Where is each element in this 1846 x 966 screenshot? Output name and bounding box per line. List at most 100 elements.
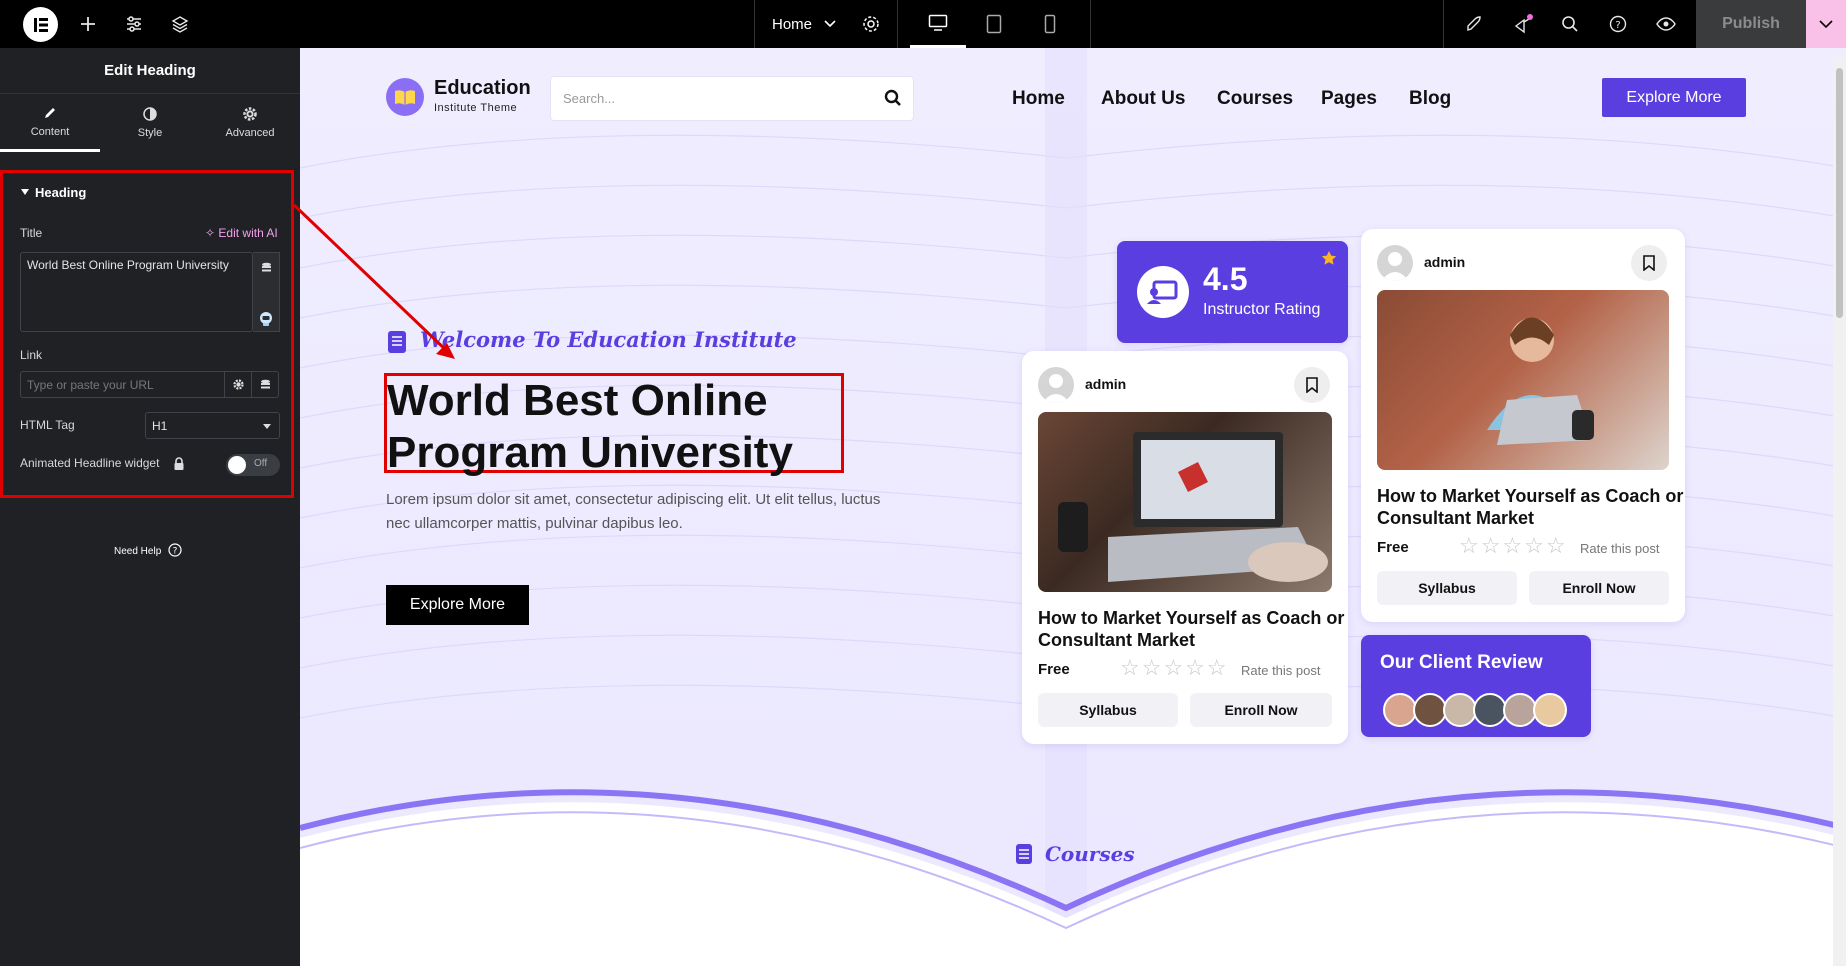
svg-text:?: ? [1615,20,1620,31]
star-rating[interactable]: ☆☆☆☆☆ [1120,655,1229,681]
course-card[interactable]: admin How to Market Yourself as Coach or… [1022,351,1348,744]
rate-this-post-label: Rate this post [1241,663,1321,678]
nav-home[interactable]: Home [1012,88,1065,110]
brand-logo-icon[interactable] [386,78,424,116]
enroll-now-button[interactable]: Enroll Now [1529,571,1669,605]
toggle-off-label: Off [254,458,268,469]
page-selector[interactable]: Home [754,0,898,48]
need-help-label: Need Help [114,546,162,557]
syllabus-button[interactable]: Syllabus [1377,571,1517,605]
notifications-icon[interactable] [1510,0,1536,48]
course-image[interactable] [1038,412,1332,592]
scrollbar-thumb[interactable] [1836,68,1843,318]
need-help-link[interactable]: Need Help ? [114,543,182,557]
dynamic-tags-icon[interactable] [261,262,272,273]
course-card[interactable]: admin How to Market Yourself as Coach or… [1361,229,1685,622]
site-search[interactable]: Search... [551,77,913,120]
syllabus-button[interactable]: Syllabus [1038,693,1178,727]
instructor-icon [1137,266,1189,318]
tab-style-label: Style [137,127,163,139]
avatar [1533,693,1567,727]
rocket-icon[interactable] [1462,0,1486,48]
card-title-line2: Consultant Market [1038,630,1196,650]
nav-courses[interactable]: Courses [1217,88,1293,110]
edit-with-ai-label: Edit with AI [218,226,278,240]
preview-eye-icon[interactable] [1654,0,1678,48]
enroll-now-button[interactable]: Enroll Now [1190,693,1332,727]
search-input[interactable]: Search... [563,91,615,106]
star-rating[interactable]: ☆☆☆☆☆ [1459,533,1568,559]
mobile-view-icon[interactable] [1022,0,1078,48]
avatar [1413,693,1447,727]
page-name: Home [772,15,813,33]
publish-button[interactable]: Publish [1696,0,1806,48]
rating-label: Instructor Rating [1203,301,1321,318]
tab-content-label: Content [30,125,70,138]
courses-section-label: Courses [1045,842,1135,866]
rating-card: 4.5 Instructor Rating [1117,241,1348,343]
hero-heading[interactable]: World Best Online Program University [387,375,793,479]
bookmark-icon[interactable] [1631,245,1667,281]
nav-about-us[interactable]: About Us [1101,88,1185,110]
link-input[interactable]: Type or paste your URL [20,371,225,398]
rate-this-post-label: Rate this post [1580,541,1660,556]
lock-icon [174,457,184,470]
nav-pages[interactable]: Pages [1321,88,1377,110]
course-image[interactable] [1377,290,1669,470]
page-settings-icon[interactable] [862,15,880,33]
add-element-icon[interactable] [74,0,102,48]
chevron-down-icon [824,20,836,28]
star-icon [1321,251,1337,265]
canvas-scrollbar[interactable] [1833,58,1846,966]
sparkle-icon: ✧ [205,226,216,240]
site-settings-icon[interactable] [120,0,148,48]
toggle-knob [228,456,246,474]
animated-headline-toggle[interactable]: Off [226,454,280,476]
tab-style[interactable]: Style [100,94,200,152]
hero-explore-button[interactable]: Explore More [386,585,529,625]
nav-blog[interactable]: Blog [1409,88,1451,110]
html-tag-select[interactable]: H1 [145,412,280,439]
title-textarea[interactable]: World Best Online Program University [20,252,253,332]
tab-advanced[interactable]: Advanced [200,94,300,152]
tab-content[interactable]: Content [0,94,100,152]
textarea-tools [253,252,280,332]
ai-assistant-icon[interactable] [259,311,273,327]
client-avatars [1383,693,1573,729]
panel-title: Edit Heading [0,48,300,94]
card-title[interactable]: How to Market Yourself as Coach or Consu… [1377,485,1683,529]
search-icon[interactable] [1558,0,1582,48]
hero-body-text: Lorem ipsum dolor sit amet, consectetur … [386,488,880,536]
card-title-line1: How to Market Yourself as Coach or [1038,608,1345,628]
bookmark-icon[interactable] [1294,367,1330,403]
edit-with-ai-button[interactable]: ✧ Edit with AI [205,226,278,240]
card-price: Free [1038,661,1070,678]
layers-icon[interactable] [166,0,194,48]
gear-icon [232,379,244,390]
tablet-view-icon[interactable] [966,0,1022,48]
tab-advanced-label: Advanced [225,127,275,139]
book-icon [1016,844,1032,864]
avatar [1503,693,1537,727]
editor-panel: Edit Heading Content Style Advanced Head… [0,48,300,966]
help-icon: ? [168,543,182,557]
link-label: Link [20,348,43,362]
link-dynamic-tags-button[interactable] [252,371,279,398]
help-icon[interactable]: ? [1606,0,1630,48]
html-tag-value: H1 [152,419,168,433]
gear-icon [243,107,257,121]
section-heading-toggle[interactable]: Heading [35,185,86,200]
hero-heading-line1: World Best Online [387,376,768,425]
link-options-button[interactable] [225,371,252,398]
desktop-view-icon[interactable] [910,0,966,48]
pencil-icon [45,107,55,118]
publish-options-button[interactable] [1806,0,1846,48]
hero-body-line2: nec ullamcorper mattis, pulvinar dapibus… [386,515,683,532]
card-title[interactable]: How to Market Yourself as Coach or Consu… [1038,607,1344,651]
title-label: Title [20,226,43,240]
top-bar: Home ? Publish [0,0,1846,48]
elementor-logo-icon[interactable] [23,7,58,42]
search-icon[interactable] [884,89,902,107]
header-explore-button[interactable]: Explore More [1602,78,1746,117]
brand-name[interactable]: Education [434,77,531,100]
